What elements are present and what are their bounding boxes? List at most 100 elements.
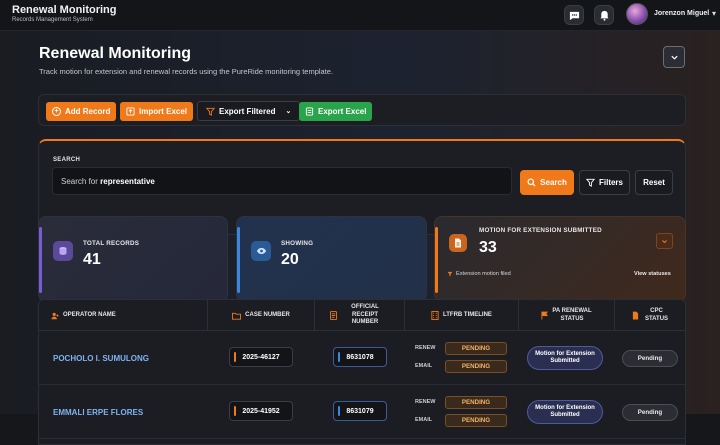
filters-button[interactable]: Filters [579,170,630,195]
chevron-down-icon: ⌄ [285,108,292,115]
stat-value: 20 [281,251,299,268]
search-prefix: Search for [61,177,98,186]
header-label: OPERATOR NAME [63,311,116,318]
filter-icon [585,178,595,187]
eye-icon [251,241,271,261]
import-excel-button[interactable]: Import Excel [120,102,194,121]
cpc-status-badge: Pending [622,404,678,421]
messages-button[interactable] [564,5,584,25]
renew-status-badge: PENDING [445,342,507,355]
filter-icon [447,271,453,277]
case-number-text: 2025-46127 [242,353,280,361]
expand-button[interactable] [656,233,673,249]
motion-note-text: Extension motion filed [456,271,511,277]
collapse-button[interactable] [663,46,685,68]
receipt-number: 8631078 [333,347,387,367]
stat-label: TOTAL RECORDS [83,240,140,247]
app-subtitle: Records Management System [12,17,93,23]
import-excel-label: Import Excel [139,107,188,116]
filters-button-label: Filters [598,178,623,187]
pa-status-badge: Motion for Extension Submitted [527,346,603,370]
accent-bar [237,227,240,293]
email-status-badge: PENDING [445,414,507,427]
records-table: OPERATOR NAME CASE NUMBER OFFICIAL RECEI… [38,299,686,445]
search-button[interactable]: Search [520,170,574,195]
export-filtered-label: Export Filtered [219,106,276,116]
database-icon [53,241,73,261]
accent-bar [435,227,438,293]
stat-label: MOTION FOR EXTENSION SUBMITTED [479,227,602,234]
stat-value: 41 [83,251,101,268]
export-excel-button[interactable]: Export Excel [299,102,373,121]
column-header-pa[interactable]: PA RENEWAL STATUS [519,300,615,331]
header-label: CASE NUMBER [245,311,290,318]
search-button-label: Search [540,178,567,187]
stat-card-total: TOTAL RECORDS 41 [38,216,228,302]
header-label: LTFRB TIMELINE [443,311,492,318]
renew-status-badge: PENDING [445,396,507,409]
case-accent [234,352,236,362]
flag-icon [541,311,548,320]
filter-icon [206,107,215,116]
spreadsheet-icon [305,107,314,116]
reset-button[interactable]: Reset [635,170,673,195]
plus-circle-icon: + [52,107,61,116]
timeline-label-renew: RENEW [415,399,436,405]
column-header-case[interactable]: CASE NUMBER [208,300,315,331]
column-header-timeline[interactable]: LTFRB TIMELINE [405,300,519,331]
bell-icon [599,10,609,21]
pa-status-badge: Motion for Extension Submitted [527,400,603,424]
column-header-cpc[interactable]: CPC STATUS [615,300,685,331]
export-filtered-dropdown[interactable]: Export Filtered ⌄ [197,101,301,121]
header-label: CPC STATUS [644,307,669,322]
table-row[interactable]: POCHOLO I. SUMULONG 2025-46127 8631078 R… [39,331,685,385]
user-icon [51,312,59,319]
add-record-button[interactable]: + Add Record [46,102,117,121]
stat-card-showing: SHOWING 20 [236,216,427,302]
user-name[interactable]: Jorenzon Miguel [654,10,709,17]
search-input[interactable]: Search for representative [52,167,512,195]
search-label: SEARCH [53,157,81,163]
operator-name[interactable]: EMMALI ERPE FLORES [53,408,143,417]
chevron-down-icon [662,239,667,243]
top-bar: Renewal Monitoring Records Management Sy… [0,0,720,31]
table-header: OPERATOR NAME CASE NUMBER OFFICIAL RECEI… [39,300,685,331]
operator-name[interactable]: POCHOLO I. SUMULONG [53,354,149,363]
case-number: 2025-41952 [229,401,293,421]
receipt-number-text: 8631079 [346,407,374,415]
table-row[interactable]: EMMALI ERPE FLORES 2025-41952 8631079 RE… [39,385,685,439]
column-header-operator[interactable]: OPERATOR NAME [39,300,208,331]
timeline-label-email: EMAIL [415,417,433,423]
motion-note: Extension motion filed [447,271,511,277]
page-title: Renewal Monitoring [39,45,191,62]
receipt-accent [338,352,340,362]
receipt-accent [338,406,340,416]
chevron-down-icon [670,55,678,60]
main-content: Renewal Monitoring Track motion for exte… [0,31,720,445]
receipt-number: 8631079 [333,401,387,421]
avatar[interactable] [626,3,648,25]
notifications-button[interactable] [594,5,614,25]
timeline-label-renew: RENEW [415,345,436,351]
column-header-receipt[interactable]: OFFICIAL RECEIPT NUMBER [315,300,405,331]
folder-icon [232,312,242,320]
accent-bar [39,227,42,293]
action-toolbar: + Add Record Import Excel Export Filtere… [38,94,686,126]
cpc-status-badge: Pending [622,350,678,367]
export-excel-label: Export Excel [318,107,367,116]
document-icon [449,234,467,252]
add-record-label: Add Record [65,107,111,116]
email-status-badge: PENDING [445,360,507,373]
header-label: PA RENEWAL STATUS [552,307,592,322]
stat-label: SHOWING [281,240,314,247]
view-statuses-link[interactable]: View statuses [634,271,671,277]
timeline-label-email: EMAIL [415,363,433,369]
header-label: OFFICIAL RECEIPT NUMBER [351,303,379,326]
stat-card-motion: MOTION FOR EXTENSION SUBMITTED 33 Extens… [434,216,686,302]
reset-button-label: Reset [643,178,665,187]
search-icon [527,178,536,187]
chevron-down-icon[interactable]: ▾ [712,9,716,18]
page-description: Track motion for extension and renewal r… [39,67,334,76]
search-term: representative [100,177,155,186]
receipt-number-text: 8631078 [346,353,374,361]
